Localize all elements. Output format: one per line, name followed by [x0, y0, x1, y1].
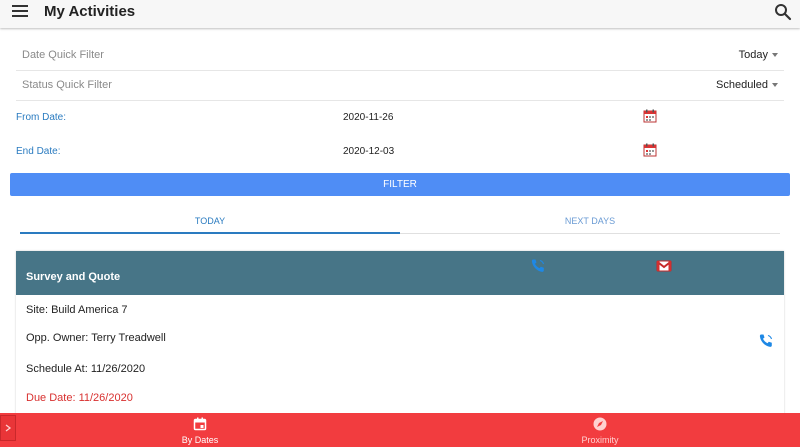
status-quick-filter-label: Status Quick Filter: [22, 79, 112, 91]
drawer-toggle[interactable]: [0, 415, 16, 441]
mail-icon[interactable]: [656, 258, 672, 274]
page-title: My Activities: [44, 3, 136, 20]
end-date-field[interactable]: 2020-12-03: [343, 146, 394, 157]
chevron-right-icon: [5, 424, 12, 432]
date-quick-filter-value: Today: [738, 49, 768, 61]
calendar-icon[interactable]: [643, 143, 657, 157]
activity-site: Site: Build America 7: [26, 304, 128, 316]
activity-card[interactable]: Survey and Quote Site: Build America 7 O…: [16, 251, 784, 421]
nav-by-dates[interactable]: By Dates: [0, 413, 400, 447]
tab-next-days[interactable]: NEXT DAYS: [400, 212, 780, 234]
menu-icon[interactable]: [12, 5, 28, 19]
status-quick-filter-select[interactable]: Scheduled: [716, 79, 778, 91]
bottom-nav: By Dates Proximity: [0, 413, 800, 447]
filter-button[interactable]: FILTER: [10, 173, 790, 196]
page: My Activities Date Quick Filter Today St…: [0, 0, 800, 447]
nav-by-dates-label: By Dates: [181, 435, 219, 445]
activity-owner: Opp. Owner: Terry Treadwell: [26, 332, 166, 344]
date-quick-filter-label: Date Quick Filter: [22, 49, 104, 61]
from-date-field[interactable]: 2020-11-26: [343, 112, 393, 123]
dropdown-caret-icon: [772, 83, 778, 88]
activity-schedule: Schedule At: 11/26/2020: [26, 363, 146, 375]
dropdown-caret-icon: [772, 53, 778, 58]
compass-icon: [593, 417, 607, 431]
tab-today[interactable]: TODAY: [20, 212, 400, 234]
date-quick-filter-select[interactable]: Today: [739, 49, 778, 61]
from-date-label: From Date:: [16, 112, 67, 123]
end-date-label: End Date:: [16, 146, 61, 157]
calendar-icon[interactable]: [643, 109, 657, 123]
calendar-icon: [193, 417, 207, 431]
activity-title: Survey and Quote: [26, 271, 121, 283]
phone-icon[interactable]: [758, 333, 774, 349]
date-quick-filter: Date Quick Filter Today: [16, 41, 784, 71]
nav-proximity-label: Proximity: [581, 435, 619, 445]
status-quick-filter: Status Quick Filter Scheduled: [16, 71, 784, 101]
status-quick-filter-value: Scheduled: [716, 79, 768, 91]
tab-bar: TODAY NEXT DAYS: [20, 212, 780, 234]
nav-proximity[interactable]: Proximity: [400, 413, 800, 447]
app-bar: My Activities: [0, 0, 800, 28]
activity-due-date: Due Date: 11/26/2020: [26, 392, 133, 404]
activity-card-header: Survey and Quote: [16, 251, 784, 295]
phone-icon[interactable]: [530, 258, 546, 274]
search-icon[interactable]: [774, 3, 792, 21]
